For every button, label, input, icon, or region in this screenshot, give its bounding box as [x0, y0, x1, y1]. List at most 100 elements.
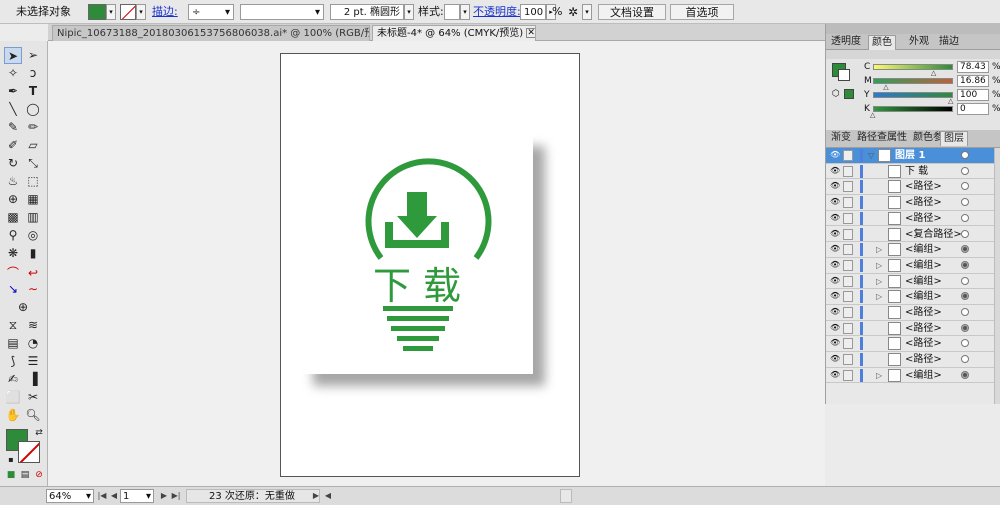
- ellipse-tool-icon[interactable]: ◯: [24, 101, 42, 118]
- symbol-sprayer-tool-icon[interactable]: ❋: [4, 245, 22, 262]
- tab-transparency[interactable]: 透明度: [828, 35, 864, 50]
- recolor-dropdown-icon[interactable]: ▾: [582, 4, 592, 20]
- gradient-tool-icon[interactable]: ▥: [24, 209, 42, 226]
- document-setup-button[interactable]: 文档设置: [598, 4, 666, 20]
- lasso-tool-icon[interactable]: ↄ: [24, 65, 42, 82]
- stroke-color-box[interactable]: [18, 441, 40, 463]
- hand-tool-icon[interactable]: ✋: [4, 407, 22, 424]
- cyan-value[interactable]: 78.43: [957, 61, 989, 73]
- target-circle-icon[interactable]: [961, 245, 969, 254]
- expand-toggle-icon[interactable]: ▷: [876, 259, 882, 272]
- yellow-value[interactable]: 100: [957, 89, 989, 101]
- none-mode-icon[interactable]: ⊘: [30, 467, 48, 484]
- paintbrush-tool-icon[interactable]: ✎: [4, 119, 22, 136]
- bar-graph-tool-icon[interactable]: ▐: [24, 371, 42, 388]
- stroke-dropdown-icon[interactable]: ▾: [136, 4, 146, 20]
- target-circle-icon[interactable]: [961, 323, 969, 332]
- tab-appearance[interactable]: 外观: [906, 35, 932, 50]
- last-artboard-icon[interactable]: ▶|: [170, 489, 182, 503]
- lock-toggle[interactable]: [843, 212, 853, 224]
- close-icon[interactable]: ✕: [526, 28, 535, 38]
- artboard[interactable]: 下 载: [280, 53, 580, 477]
- target-circle-icon[interactable]: [961, 355, 969, 364]
- tab-untitled-4[interactable]: 未标题-4* @ 64% (CMYK/预览) ✕: [372, 25, 536, 41]
- scroll-left-icon[interactable]: ◀: [322, 489, 334, 503]
- expand-toggle-icon[interactable]: ▷: [876, 243, 882, 256]
- pie-tool-icon[interactable]: ◔: [24, 335, 42, 352]
- reshape-tool-icon[interactable]: ↩: [24, 265, 42, 282]
- type-tool-icon[interactable]: T: [24, 83, 42, 100]
- target-circle-icon[interactable]: [961, 198, 969, 207]
- brush-dropdown-icon[interactable]: ▾: [404, 4, 414, 20]
- tab-color[interactable]: 颜色: [868, 35, 896, 50]
- canvas-area[interactable]: 下 载: [48, 41, 825, 486]
- target-circle-icon[interactable]: [961, 339, 969, 348]
- visibility-eye-icon[interactable]: 👁︎: [830, 229, 840, 238]
- line-tool-icon[interactable]: ╲: [4, 101, 22, 118]
- pen-tool-icon[interactable]: ✒: [4, 83, 22, 100]
- yellow-slider[interactable]: [873, 92, 953, 98]
- prev-artboard-icon[interactable]: ◀: [108, 489, 120, 503]
- column-graph-tool-icon[interactable]: ▮: [24, 245, 42, 262]
- tab-attributes[interactable]: 属性: [884, 131, 910, 146]
- layer-row[interactable]: 👁︎ <路径>: [826, 305, 994, 321]
- variable-width-field[interactable]: ▾: [240, 4, 324, 20]
- panel-dock-header[interactable]: [826, 24, 1000, 34]
- lock-toggle[interactable]: [843, 291, 853, 303]
- free-transform-tool-icon[interactable]: ⬚: [24, 173, 42, 190]
- target-circle-icon[interactable]: [961, 229, 969, 238]
- expand-toggle-icon[interactable]: ▽: [868, 149, 874, 162]
- scale-tool-icon[interactable]: ⤡: [24, 155, 42, 172]
- zoom-field[interactable]: 64% ▾: [46, 489, 94, 503]
- lock-toggle[interactable]: [843, 228, 853, 240]
- visibility-eye-icon[interactable]: 👁︎: [830, 245, 840, 253]
- status-menu-icon[interactable]: ▶: [310, 489, 322, 503]
- layer-row[interactable]: 👁︎ <路径>: [826, 195, 994, 211]
- stroke-weight-field[interactable]: ÷ ▾: [188, 4, 234, 20]
- warp-tool-icon[interactable]: ♨: [4, 173, 22, 190]
- default-colors-icon[interactable]: ▪: [2, 451, 20, 468]
- chart-tool-icon[interactable]: ▤: [4, 335, 22, 352]
- visibility-eye-icon[interactable]: 👁︎: [830, 292, 840, 300]
- lock-toggle[interactable]: [843, 322, 853, 334]
- horizontal-scroll-thumb[interactable]: [560, 489, 572, 503]
- selection-tool-icon[interactable]: ➤: [4, 47, 22, 64]
- wave-tool-icon[interactable]: ∼: [24, 281, 42, 298]
- target-circle-icon[interactable]: [961, 213, 969, 222]
- visibility-eye-icon[interactable]: 👁︎: [830, 182, 840, 190]
- artwork-group[interactable]: 下 载: [301, 134, 533, 374]
- lock-toggle[interactable]: [843, 165, 853, 177]
- preferences-button[interactable]: 首选项: [670, 4, 734, 20]
- blob-brush-tool-icon[interactable]: ✐: [4, 137, 22, 154]
- layer-row[interactable]: 👁︎ 下 载: [826, 164, 994, 180]
- visibility-eye-icon[interactable]: 👁︎: [830, 198, 840, 206]
- target-circle-icon[interactable]: [961, 151, 969, 159]
- layer-row[interactable]: 👁︎ ▷ <编组>: [826, 368, 994, 384]
- eraser-tool-icon[interactable]: ▱: [24, 137, 42, 154]
- target-circle-icon[interactable]: [961, 292, 969, 301]
- blend-tool-icon[interactable]: ◎: [24, 227, 42, 244]
- cyan-slider[interactable]: [873, 64, 953, 70]
- artboard-tool-icon[interactable]: ⬜: [4, 389, 22, 406]
- opacity-field[interactable]: 100: [520, 4, 546, 20]
- black-value[interactable]: 0: [957, 103, 989, 115]
- layer-row[interactable]: 👁︎ ▷ <编组>: [826, 258, 994, 274]
- perspective-grid-tool-icon[interactable]: ▦: [24, 191, 42, 208]
- stroke-link[interactable]: 描边:: [152, 4, 178, 20]
- layer-row[interactable]: 👁︎ ▷ <编组>: [826, 289, 994, 305]
- expand-toggle-icon[interactable]: ▷: [876, 290, 882, 303]
- layer-row[interactable]: 👁︎ <路径>: [826, 211, 994, 227]
- visibility-eye-icon[interactable]: 👁︎: [830, 260, 840, 269]
- lock-toggle[interactable]: [843, 244, 853, 256]
- layer-row[interactable]: 👁︎ <路径>: [826, 179, 994, 196]
- target-circle-icon[interactable]: [961, 370, 969, 379]
- target-circle-icon[interactable]: [961, 276, 969, 285]
- path-tool-icon[interactable]: ⟆: [4, 353, 22, 370]
- visibility-eye-icon[interactable]: 👁︎: [830, 308, 840, 316]
- recolor-artwork-icon[interactable]: ✲: [568, 4, 578, 20]
- swap-colors-icon[interactable]: ⇄: [30, 425, 48, 442]
- tab-nipic-document[interactable]: Nipic_10673188_20180306153756806038.ai* …: [52, 25, 370, 41]
- lock-toggle[interactable]: [843, 197, 853, 209]
- layer-row[interactable]: 👁︎ ▷ <编组>: [826, 274, 994, 290]
- style-dropdown-icon[interactable]: ▾: [460, 4, 470, 20]
